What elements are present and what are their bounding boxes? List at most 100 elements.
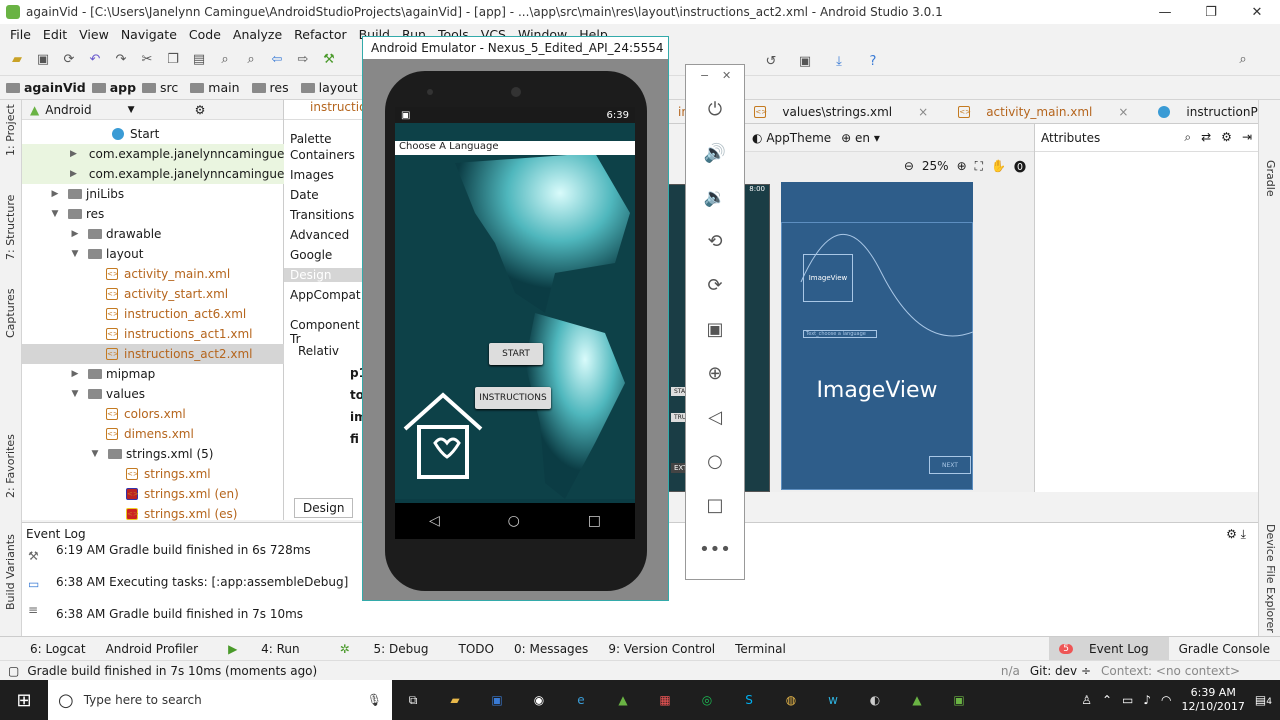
- start-button[interactable]: START: [489, 343, 543, 365]
- sdk-download-icon[interactable]: ⤓: [828, 50, 850, 72]
- wunderlist-icon[interactable]: w: [812, 693, 854, 707]
- breadcrumb-item[interactable]: res: [251, 80, 295, 95]
- breadcrumb-item[interactable]: main: [190, 80, 245, 95]
- tree-row[interactable]: ▼ strings.xml (5): [22, 444, 284, 464]
- chrome-icon[interactable]: ◍: [770, 693, 812, 707]
- help-icon[interactable]: ?: [862, 50, 884, 72]
- version-control-tool[interactable]: 9: Version Control: [598, 642, 725, 656]
- file-explorer-icon[interactable]: ▰: [434, 693, 476, 707]
- zoom-out-icon[interactable]: ⊖: [904, 159, 914, 173]
- project-structure-icon[interactable]: ▣: [794, 50, 816, 72]
- tool-build-variants[interactable]: Build Variants: [4, 534, 17, 610]
- theme-selector[interactable]: ◐ AppTheme: [752, 131, 831, 145]
- palette-transitions[interactable]: Transitions: [290, 208, 354, 222]
- filter-icon[interactable]: ≡: [28, 603, 38, 617]
- undo-icon[interactable]: ↶: [84, 49, 106, 71]
- camera-icon[interactable]: ▣: [686, 319, 744, 340]
- back-icon[interactable]: ⇦: [266, 49, 288, 71]
- close-button[interactable]: ✕: [1234, 0, 1280, 24]
- palette-appcompat[interactable]: AppCompat: [290, 288, 361, 302]
- task-view-icon[interactable]: ⧉: [392, 693, 434, 708]
- tool-structure[interactable]: 7: Structure: [4, 195, 17, 260]
- tree-row[interactable]: ▼ layout: [22, 244, 284, 264]
- tree-row[interactable]: <> activity_main.xml: [22, 264, 284, 284]
- steam-icon[interactable]: ◉: [518, 693, 560, 707]
- tree-row[interactable]: <> instructions_act2.xml: [22, 344, 284, 364]
- fit-screen-icon[interactable]: ⛶: [975, 159, 983, 174]
- git-branch[interactable]: Git: dev ÷: [1030, 664, 1091, 678]
- power-icon[interactable]: ⏻: [686, 99, 744, 120]
- more-icon[interactable]: •••: [686, 539, 744, 560]
- tree-row[interactable]: ▶ mipmap: [22, 364, 284, 384]
- sdk-manager-icon[interactable]: [1258, 49, 1280, 71]
- component-item[interactable]: fi: [350, 432, 359, 446]
- tool-project[interactable]: 1: Project: [4, 104, 17, 156]
- recents-nav-icon[interactable]: □: [588, 513, 601, 529]
- expanded-arrow-icon[interactable]: ▼: [90, 449, 100, 459]
- swap-icon[interactable]: ⇄: [1201, 130, 1211, 145]
- save-icon[interactable]: ▣: [32, 49, 54, 71]
- notification-icon[interactable]: ▤4: [1255, 693, 1272, 707]
- breadcrumb-item[interactable]: app: [91, 80, 136, 95]
- palette-google[interactable]: Google: [290, 248, 332, 262]
- redo-icon[interactable]: ↷: [110, 49, 132, 71]
- tree-row[interactable]: <> activity_start.xml: [22, 284, 284, 304]
- volume-down-icon[interactable]: 🔉: [686, 187, 744, 208]
- clock[interactable]: 6:39 AM 12/10/2017: [1182, 686, 1245, 714]
- tab-activity-main[interactable]: <> activity_main.xml ×: [948, 105, 1148, 119]
- windows-start-icon[interactable]: ⊞: [0, 690, 48, 711]
- tree-row[interactable]: <> instruction_act6.xml: [22, 304, 284, 324]
- tree-row[interactable]: Start: [22, 124, 284, 144]
- collapsed-arrow-icon[interactable]: ▶: [70, 169, 77, 179]
- tree-row[interactable]: ▶ jniLibs: [22, 184, 284, 204]
- spotify-icon[interactable]: ◎: [686, 693, 728, 707]
- blueprint-next[interactable]: NEXT: [929, 456, 971, 474]
- menu-view[interactable]: View: [73, 27, 115, 42]
- messages-tool[interactable]: 0: Messages: [504, 642, 598, 656]
- close-tab-icon[interactable]: ×: [1108, 105, 1138, 119]
- android-task-icon[interactable]: ▣: [938, 693, 980, 707]
- component-tree-root[interactable]: Relativ: [298, 344, 339, 358]
- expanded-arrow-icon[interactable]: ▼: [50, 209, 60, 219]
- sync-icon[interactable]: ⟳: [58, 49, 80, 71]
- settings-gear-icon[interactable]: ⚙: [195, 103, 206, 117]
- menu-file[interactable]: File: [4, 27, 37, 42]
- profiler-tool[interactable]: Android Profiler: [96, 642, 208, 656]
- breadcrumb-item[interactable]: againVid: [6, 80, 86, 95]
- menu-edit[interactable]: Edit: [37, 27, 73, 42]
- volume-up-icon[interactable]: 🔊: [686, 143, 744, 164]
- locale-selector[interactable]: ⊕ en ▾: [841, 131, 880, 145]
- logcat-tool[interactable]: 6: Logcat: [0, 642, 96, 656]
- settings-gear-icon[interactable]: ⚙ ⤓: [1226, 527, 1246, 542]
- zoom-in-icon[interactable]: ⊕: [957, 159, 967, 173]
- tree-row[interactable]: <> strings.xml (es): [22, 504, 284, 524]
- tree-row[interactable]: ▼ res: [22, 204, 284, 224]
- tree-row[interactable]: <> dimens.xml: [22, 424, 284, 444]
- chevron-up-icon[interactable]: ⌃: [1102, 693, 1112, 707]
- tool-gradle[interactable]: Gradle: [1264, 160, 1277, 197]
- palette-containers[interactable]: Containers: [290, 148, 355, 162]
- palette-date[interactable]: Date: [290, 188, 319, 202]
- people-icon[interactable]: ♙: [1081, 693, 1092, 707]
- find-icon[interactable]: ⌕: [214, 49, 236, 71]
- instructions-button[interactable]: INSTRUCTIONS: [475, 387, 551, 409]
- app-icon[interactable]: ◐: [854, 693, 896, 707]
- maximize-button[interactable]: ❐: [1188, 0, 1234, 24]
- minimize-button[interactable]: —: [1142, 0, 1188, 24]
- overview-icon[interactable]: □: [686, 495, 744, 516]
- warning-icon[interactable]: ⓿: [1014, 158, 1026, 175]
- event-log-tool[interactable]: 5 Event Log: [1049, 636, 1169, 661]
- search-icon[interactable]: ⌕: [1232, 48, 1254, 70]
- layout-tab[interactable]: instructio: [284, 100, 366, 120]
- open-folder-icon[interactable]: ▰: [6, 49, 28, 71]
- tree-row[interactable]: ▼ values: [22, 384, 284, 404]
- menu-navigate[interactable]: Navigate: [115, 27, 183, 42]
- palette-advanced[interactable]: Advanced: [290, 228, 349, 242]
- tree-row[interactable]: ▶ drawable: [22, 224, 284, 244]
- rotate-left-icon[interactable]: ⟲: [686, 231, 744, 252]
- expanded-arrow-icon[interactable]: ▼: [70, 249, 80, 259]
- todo-tool[interactable]: TODO: [449, 642, 504, 656]
- collapsed-arrow-icon[interactable]: ▶: [70, 369, 80, 379]
- tool-captures[interactable]: Captures: [4, 289, 17, 338]
- breadcrumb-item[interactable]: layout: [300, 80, 364, 95]
